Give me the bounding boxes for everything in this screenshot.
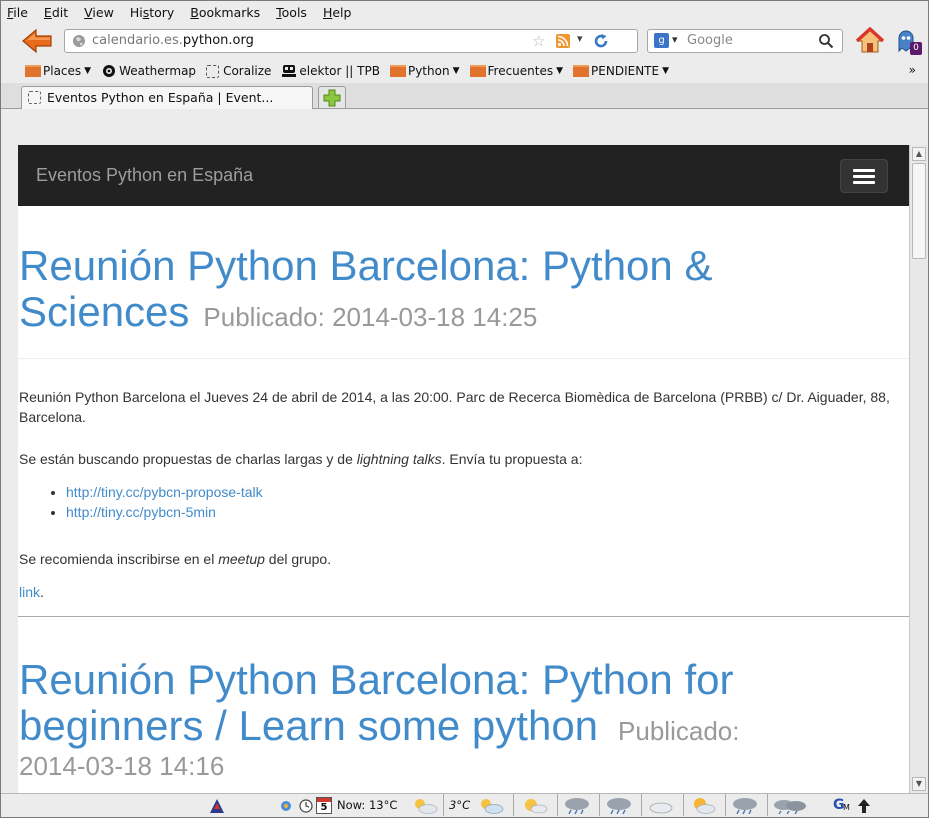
search-placeholder: Google: [687, 33, 733, 48]
weather-temp-label[interactable]: 3°C: [449, 798, 470, 814]
history-dropdown-icon[interactable]: ▾: [577, 32, 583, 45]
bookmarks-toolbar: Places ▼ Weathermap Coralize elektor || T…: [1, 59, 928, 83]
post-date: Publicado: 2014-03-18 14:25: [203, 302, 538, 332]
chevron-down-icon: ▼: [662, 66, 670, 76]
menu-edit[interactable]: Edit: [44, 5, 68, 20]
home-button[interactable]: [855, 27, 885, 55]
chevron-down-icon: ▼: [84, 66, 92, 76]
scroll-up-button[interactable]: ▲: [912, 147, 926, 161]
menu-tools[interactable]: Tools: [276, 5, 307, 20]
post-paragraph: link.: [19, 584, 44, 600]
menu-view[interactable]: View: [84, 5, 114, 20]
calendar-icon[interactable]: 5: [316, 797, 332, 814]
divider: [18, 358, 909, 359]
folder-icon: [573, 65, 590, 77]
chevron-down-icon: ▼: [556, 66, 564, 76]
menu-file[interactable]: File: [7, 5, 28, 20]
lightning-talk-link[interactable]: http://tiny.cc/pybcn-5min: [66, 504, 216, 520]
bookmark-places[interactable]: Places ▼: [25, 64, 91, 78]
bookmark-weathermap[interactable]: Weathermap: [101, 64, 196, 78]
bookmark-pendiente[interactable]: PENDIENTE ▼: [573, 64, 669, 78]
bookmark-star-icon[interactable]: ☆: [532, 32, 545, 50]
post-date: 2014-03-18 14:16: [19, 751, 225, 781]
weathermap-icon: [103, 65, 116, 77]
sun-cloud-icon[interactable]: [477, 797, 505, 814]
cloud-icon[interactable]: [647, 797, 675, 814]
back-arrow-icon: [22, 28, 52, 54]
url-text[interactable]: calendario.es.python.org: [92, 33, 254, 48]
addon-button[interactable]: 0: [894, 27, 924, 57]
post-separator: [18, 616, 909, 617]
search-box[interactable]: g ▾ Google: [647, 29, 843, 53]
menu-history[interactable]: History: [130, 5, 174, 20]
clock-icon[interactable]: [298, 798, 314, 814]
engine-dropdown-icon[interactable]: ▾: [672, 33, 678, 46]
search-icon[interactable]: [818, 33, 834, 49]
chevron-down-icon: ▼: [452, 66, 460, 76]
blank-page-icon: [206, 64, 220, 78]
post-title: Reunión Python Barcelona: Python for beg…: [19, 657, 899, 754]
site-brand-link[interactable]: Eventos Python en España: [36, 165, 253, 186]
home-icon: [855, 27, 885, 53]
propose-talk-link[interactable]: http://tiny.cc/pybcn-propose-talk: [66, 484, 263, 500]
bookmarks-overflow-button[interactable]: »: [909, 63, 916, 77]
vertical-scrollbar[interactable]: ▲ ▼: [909, 145, 928, 793]
blank-page-icon: [28, 91, 41, 104]
plus-icon: [323, 89, 341, 107]
bookmark-frecuentes[interactable]: Frecuentes ▼: [469, 64, 564, 78]
menu-bar: File Edit View History Bookmarks Tools H…: [1, 1, 928, 23]
list-item: http://tiny.cc/pybcn-5min: [66, 502, 263, 522]
new-tab-button[interactable]: [318, 86, 346, 108]
menu-bookmarks[interactable]: Bookmarks: [190, 5, 260, 20]
sun-cloud-icon[interactable]: [689, 797, 717, 814]
weather-now-label[interactable]: Now: 13°C: [337, 798, 397, 814]
rain-cloud-icon[interactable]: [731, 797, 759, 814]
post-title: Reunión Python Barcelona: Python & Scien…: [19, 243, 889, 340]
folder-icon: [469, 65, 486, 77]
back-button[interactable]: [20, 27, 54, 55]
bookmark-coralize[interactable]: Coralize: [206, 64, 271, 78]
addon-badge: 0: [910, 42, 922, 55]
browser-window: File Edit View History Bookmarks Tools H…: [0, 0, 929, 818]
post-paragraph: Se están buscando propuestas de charlas …: [19, 451, 583, 467]
post-link[interactable]: link: [19, 584, 40, 600]
page-content: Eventos Python en España Reunión Python …: [18, 145, 909, 793]
navigation-toolbar: calendario.es.python.org ☆ ▾ g ▾ Google: [1, 23, 928, 59]
scrollbar-thumb[interactable]: [912, 163, 926, 259]
rain-cloud-icon[interactable]: [563, 797, 591, 814]
scroll-down-button[interactable]: ▼: [912, 777, 926, 791]
folder-icon: [25, 65, 41, 77]
reload-icon[interactable]: [593, 33, 609, 49]
site-navbar: Eventos Python en España: [18, 145, 909, 206]
pirate-icon: [282, 65, 297, 77]
status-bar: 5 Now: 13°C 3°C G M: [1, 793, 928, 817]
sun-cloud-icon[interactable]: [411, 797, 439, 814]
flashgot-icon[interactable]: [208, 798, 226, 814]
folder-icon: [389, 65, 406, 77]
status-arrows-icon[interactable]: [857, 798, 871, 814]
addon-status-icon[interactable]: [279, 798, 293, 814]
bookmark-elektor-tpb[interactable]: elektor || TPB: [281, 64, 380, 78]
post-paragraph: Se recomienda inscribirse en el meetup d…: [19, 551, 332, 567]
bookmark-python[interactable]: Python ▼: [389, 64, 460, 78]
post-date-label: Publicado:: [618, 716, 740, 746]
list-item: http://tiny.cc/pybcn-propose-talk: [66, 482, 263, 502]
tab-eventos-python[interactable]: Eventos Python en España | Event...: [21, 86, 313, 109]
proposal-links-list: http://tiny.cc/pybcn-propose-talk http:/…: [46, 482, 263, 522]
menu-toggle-button[interactable]: [840, 159, 888, 193]
gmail-notifier-mark: M: [843, 803, 850, 812]
rss-feed-icon[interactable]: [556, 34, 570, 48]
rain-cloud-icon[interactable]: [605, 797, 633, 814]
sun-cloud-icon[interactable]: [521, 797, 549, 814]
globe-icon: [73, 35, 85, 47]
hamburger-icon: [853, 169, 875, 172]
menu-help[interactable]: Help: [323, 5, 352, 20]
post-paragraph: Reunión Python Barcelona el Jueves 24 de…: [19, 389, 890, 425]
tab-strip: Eventos Python en España | Event...: [1, 83, 928, 109]
google-engine-icon[interactable]: g: [654, 33, 669, 48]
rain-cloud-icon[interactable]: [773, 797, 807, 814]
url-bar[interactable]: calendario.es.python.org ☆ ▾: [64, 29, 638, 53]
